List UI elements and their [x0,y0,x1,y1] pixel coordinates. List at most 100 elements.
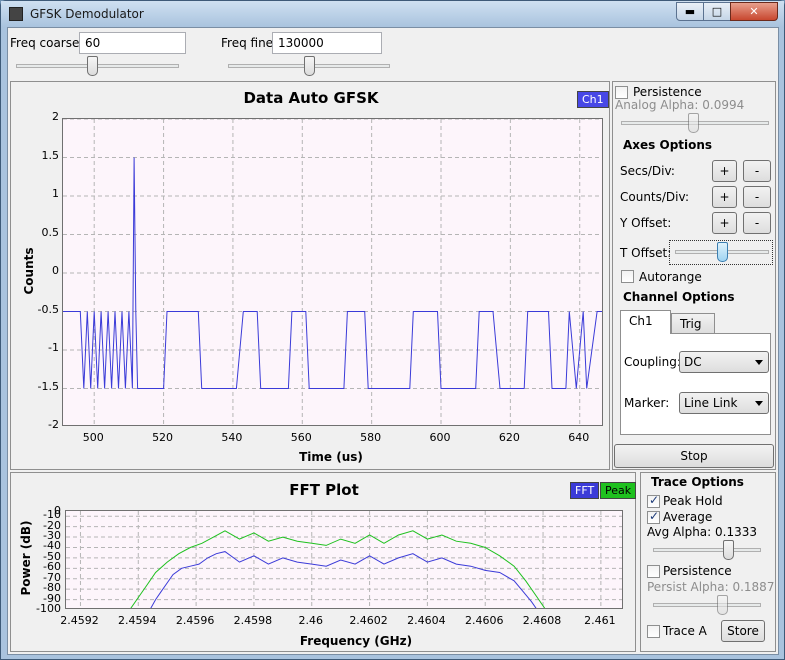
analog-alpha-slider-thumb[interactable] [688,113,699,133]
minimize-button[interactable]: ▬ [676,2,704,21]
marker-select-value: Line Link [684,396,738,410]
fft-plot-xtick: 2.4596 [175,614,215,627]
trace-persistence-checkbox[interactable] [647,565,660,578]
time-plot-xtick: 600 [429,431,451,444]
fft-plot-legend-peak[interactable]: Peak [600,482,637,499]
channel-tab-panel: Coupling: DC Marker: Line Link [620,333,771,435]
trace-a-label: Trace A [663,624,707,638]
time-plot-xtick: 560 [290,431,312,444]
window-title: GFSK Demodulator [30,7,144,21]
time-plot-xtick: 540 [221,431,243,444]
secs-div-minus-button[interactable]: - [743,160,771,182]
trace-a-checkbox[interactable] [647,625,660,638]
client-area: Freq coarse: 60 Freq fine: 130000 Data A… [7,27,779,655]
autorange-checkbox[interactable] [621,270,634,283]
title-bar[interactable]: GFSK Demodulator ▬ □ ✕ [1,1,784,27]
time-plot-ytick: 0.5 [41,225,60,239]
coupling-select[interactable]: DC [679,351,769,373]
axes-options-title: Axes Options [623,138,713,152]
autorange-label: Autorange [639,270,702,284]
fft-plot-xtick: 2.46 [298,614,324,627]
fft-plot-canvas[interactable] [65,510,623,609]
marker-select[interactable]: Line Link [679,392,769,414]
persist-alpha-slider-thumb[interactable] [717,595,728,615]
fft-plot-xtick: 2.4602 [349,614,388,627]
fft-plot-legend-fft[interactable]: FFT [570,482,600,499]
fft-plot-frame: FFT Plot FFT Peak Power (dB) Frequency (… [10,472,637,652]
fft-plot-xtick: 2.461 [584,614,616,627]
y-offset-label: Y Offset: [620,216,672,230]
avg-alpha-slider-track[interactable] [653,548,761,552]
tab-ch1[interactable]: Ch1 [620,310,671,334]
time-plot-ytick: -1.5 [37,379,59,393]
average-label: Average [663,510,713,524]
time-plot-ytick: 1.5 [41,148,60,162]
scope-options-panel: Persistence Analog Alpha: 0.0994 Axes Op… [612,81,776,470]
fft-plot-xtick: 2.4594 [118,614,157,627]
t-offset-label: T Offset: [620,246,672,260]
time-plot-ytick: 0 [52,264,59,277]
freq-coarse-label: Freq coarse: [10,36,84,50]
counts-div-minus-button[interactable]: - [743,186,771,208]
counts-div-label: Counts/Div: [620,190,689,204]
y-offset-minus-button[interactable]: - [743,212,771,234]
secs-div-label: Secs/Div: [620,164,675,178]
avg-alpha-slider-thumb[interactable] [723,540,734,560]
peak-hold-checkbox[interactable] [647,493,660,508]
minimize-icon: ▬ [684,5,696,18]
counts-div-plus-button[interactable]: + [712,186,737,208]
time-plot-legend-ch1[interactable]: Ch1 [577,91,609,108]
average-checkbox[interactable] [647,509,660,524]
analog-alpha-label: Analog Alpha: 0.0994 [615,98,745,112]
time-plot-xtick: 640 [568,431,590,444]
avg-alpha-label: Avg Alpha: 0.1333 [647,525,758,539]
time-plot-ytick: 2 [52,110,59,123]
time-plot-xtick: 500 [82,431,104,444]
time-plot-xtick: 520 [152,431,174,444]
freq-coarse-slider-thumb[interactable] [87,56,98,76]
time-plot-canvas[interactable] [62,118,603,426]
tab-trig[interactable]: Trig [671,313,715,335]
fft-plot-xtick: 2.4608 [522,614,562,627]
fft-plot-xtick: 2.4606 [464,614,504,627]
time-plot-ytick: 1 [52,187,59,200]
time-plot-title: Data Auto GFSK [243,89,379,107]
persist-alpha-slider-track[interactable] [653,603,761,607]
freq-fine-label: Freq fine: [221,36,278,50]
marker-label: Marker: [624,396,670,410]
trace-options-panel: Trace Options Peak Hold Average Avg Alph… [640,472,776,652]
persist-alpha-label: Persist Alpha: 0.1887 [647,580,775,594]
freq-fine-input[interactable]: 130000 [272,32,382,54]
y-offset-plus-button[interactable]: + [712,212,737,234]
freq-coarse-input[interactable]: 60 [79,32,186,54]
close-button[interactable]: ✕ [730,2,778,21]
series-line-fft [150,551,537,608]
maximize-icon: □ [711,5,723,18]
channel-options-title: Channel Options [623,290,735,304]
fft-plot-xtick: 2.4592 [60,614,99,627]
time-plot-frame: Data Auto GFSK Ch1 Counts Time (us) 2 1.5… [10,81,610,470]
trace-persistence-label: Persistence [663,564,732,578]
time-plot-ytick: -1 [48,341,59,354]
fft-plot-xtick: 2.4604 [407,614,446,627]
secs-div-plus-button[interactable]: + [712,160,737,182]
persistence-label: Persistence [633,85,702,99]
store-button[interactable]: Store [721,620,765,642]
freq-fine-slider-thumb[interactable] [304,56,315,76]
app-icon [9,7,23,21]
maximize-button[interactable]: □ [703,2,731,21]
close-icon: ✕ [749,5,759,18]
app-window: GFSK Demodulator ▬ □ ✕ Freq coarse: 60 F… [0,0,785,660]
time-plot-ytick: -2 [48,418,59,431]
chevron-down-icon [755,401,763,406]
coupling-select-value: DC [684,355,702,369]
time-plot-xlabel: Time (us) [299,450,363,464]
fft-plot-title: FFT Plot [289,481,359,499]
time-plot-xtick: 620 [498,431,520,444]
fft-plot-xtick: 2.4598 [233,614,273,627]
fft-plot-xlabel: Frequency (GHz) [299,634,413,648]
t-offset-slider-thumb[interactable] [717,242,728,262]
time-plot-xtick: 580 [360,431,382,444]
trace-options-title: Trace Options [651,475,744,489]
stop-button[interactable]: Stop [614,444,774,468]
